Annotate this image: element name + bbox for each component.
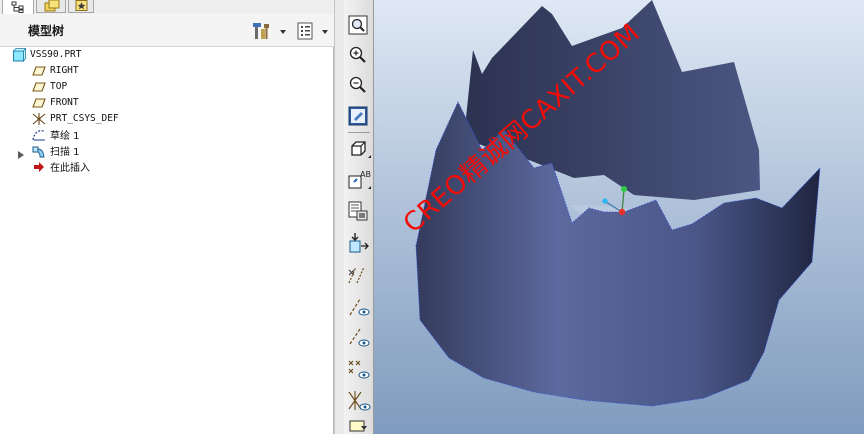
tree-item-part[interactable]: VSS90.PRT [12, 46, 82, 63]
model-tree-header: 模型树 [0, 14, 334, 47]
annotations-toggle-button[interactable] [346, 389, 371, 414]
insert-here-arrow-icon [32, 159, 46, 173]
datum-planes-toggle-button[interactable] [346, 263, 371, 288]
orient-icon [349, 233, 369, 253]
tree-item-sweep[interactable]: 扫描 1 [32, 142, 80, 158]
zoom-in-button[interactable] [346, 43, 371, 68]
tree-item-insert-here[interactable]: 在此插入 [32, 158, 90, 174]
spin-center-button[interactable] [346, 418, 371, 443]
datum-planes-toggle-icon [348, 266, 365, 284]
show-list-icon [297, 22, 328, 40]
layers-icon [348, 201, 368, 221]
tree-item-label: 草绘 1 [50, 130, 80, 142]
favorites-tab[interactable] [68, 0, 94, 13]
graphics-viewport[interactable]: CREO精诚网CAXIT.COM [374, 0, 864, 434]
saved-views-button[interactable]: AB [346, 168, 371, 193]
display-style-icon [351, 141, 371, 158]
model-tree-panel: 模型树 VSS90.PRT RIGHT TOP FRONT PRT_CSYS_D… [0, 0, 334, 434]
repaint-button[interactable] [346, 104, 371, 129]
zoom-in-icon [349, 46, 366, 63]
model-tree-tab[interactable] [2, 0, 34, 14]
sweep-icon [32, 143, 46, 158]
svg-text:AB: AB [360, 170, 371, 179]
tree-item-label: PRT_CSYS_DEF [50, 112, 119, 124]
tree-item-top-plane[interactable]: TOP [32, 78, 67, 94]
tree-item-label: 扫描 1 [50, 146, 80, 158]
folder-browser-tab[interactable] [36, 0, 66, 13]
tree-item-sketch[interactable]: 草绘 1 [32, 126, 80, 142]
datum-plane-icon [32, 79, 46, 93]
star-icon [75, 0, 88, 11]
panel-scrollbar[interactable] [334, 0, 344, 434]
tree-item-label: RIGHT [50, 64, 79, 76]
expand-arrow-icon[interactable] [17, 145, 25, 159]
settings-button[interactable] [253, 21, 287, 41]
tree-item-front-plane[interactable]: FRONT [32, 94, 79, 110]
datum-points-toggle-button[interactable] [346, 326, 371, 351]
tools-icon [253, 23, 286, 39]
orient-button[interactable] [346, 231, 371, 256]
csys-icon [32, 111, 46, 125]
layers-button[interactable] [346, 199, 371, 224]
show-filter-button[interactable] [296, 21, 332, 41]
csys-toggle-icon [348, 360, 370, 379]
tree-item-label: VSS90.PRT [30, 48, 82, 60]
display-style-button[interactable] [346, 137, 371, 162]
panel-title: 模型树 [28, 24, 65, 38]
annotations-toggle-icon [348, 391, 371, 411]
csys-toggle-button[interactable] [346, 357, 371, 382]
sketch-icon [32, 127, 46, 141]
view-toolbar: AB [344, 0, 374, 434]
part-icon [12, 47, 27, 63]
datum-plane-icon [32, 63, 46, 77]
folder-icon [44, 0, 60, 12]
tree-item-label: FRONT [50, 96, 79, 108]
zoom-fit-button[interactable] [346, 13, 371, 38]
tree-item-label: TOP [50, 80, 68, 92]
zoom-out-button[interactable] [346, 73, 371, 98]
repaint-icon [348, 106, 368, 126]
zoom-out-icon [349, 76, 366, 93]
tree-item-right-plane[interactable]: RIGHT [32, 62, 79, 78]
tree-icon [11, 1, 24, 13]
spin-center-icon [349, 420, 367, 432]
datum-axes-toggle-button[interactable] [346, 295, 371, 320]
saved-views-icon: AB [348, 170, 371, 189]
navigator-tabs [0, 0, 334, 15]
datum-plane-icon [32, 95, 46, 109]
tree-item-csys[interactable]: PRT_CSYS_DEF [32, 110, 119, 126]
datum-axes-toggle-icon [349, 298, 370, 316]
datum-points-toggle-icon [349, 328, 370, 347]
tree-item-label: 在此插入 [50, 162, 90, 174]
zoom-fit-icon [348, 15, 368, 35]
